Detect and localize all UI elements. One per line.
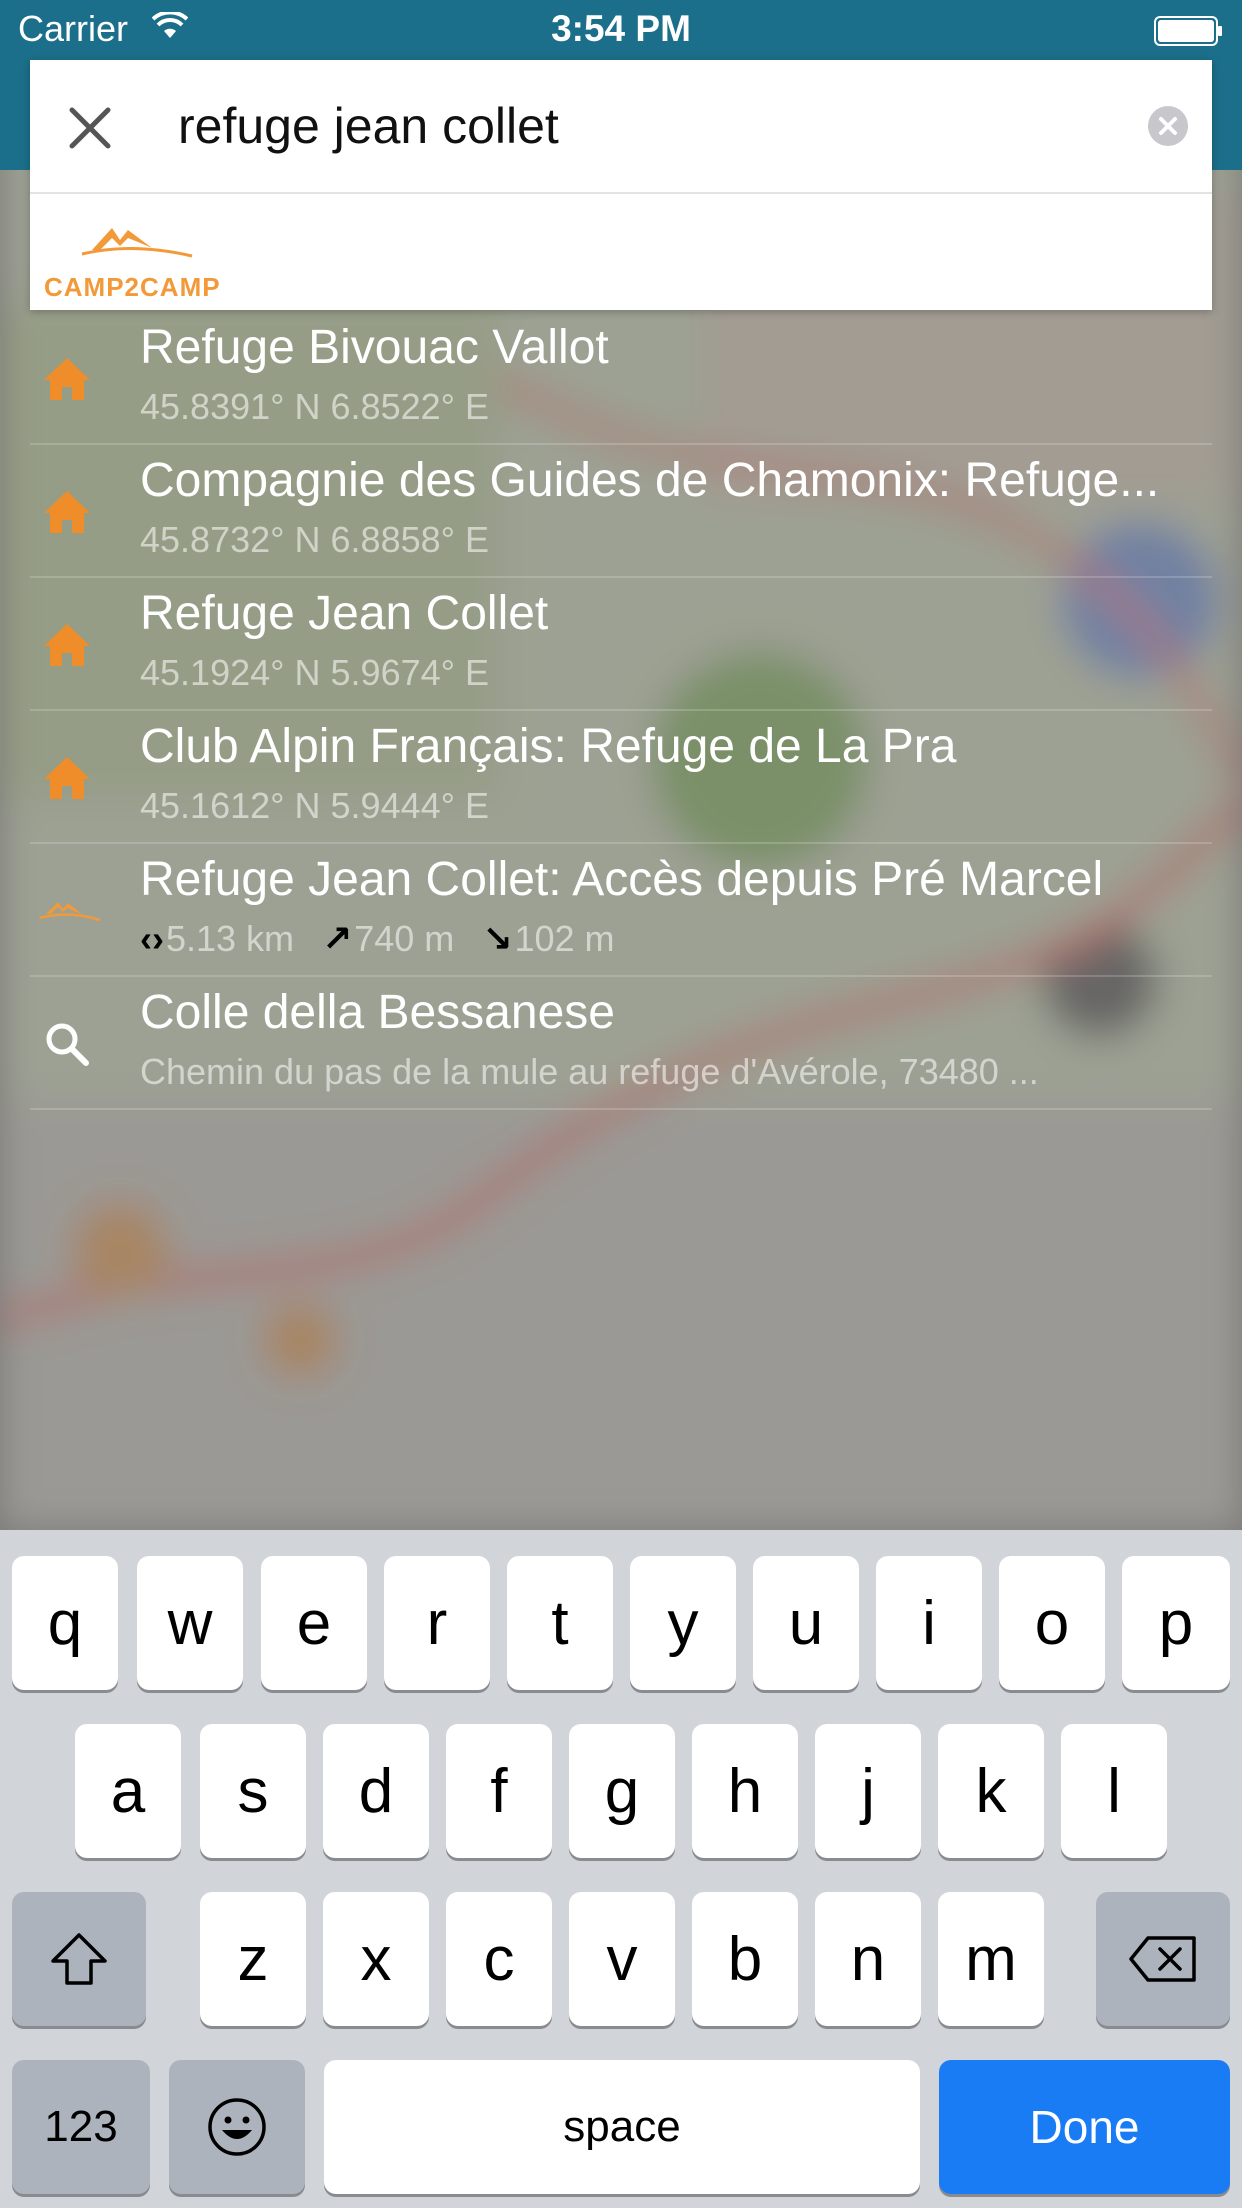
result-coordinates: 45.8732° N 6.8858° E [140,519,490,560]
result-row[interactable]: Refuge Jean Collet 45.1924° N 5.9674° E [30,578,1212,711]
key-s[interactable]: s [200,1724,306,1858]
key-x[interactable]: x [323,1892,429,2026]
camp2camp-icon [39,902,101,922]
key-v[interactable]: v [569,1892,675,2026]
key-h[interactable]: h [692,1724,798,1858]
space-key[interactable]: space [324,2060,920,2194]
key-a[interactable]: a [75,1724,181,1858]
key-r[interactable]: r [384,1556,490,1690]
provider-name: CAMP2CAMP [44,272,221,302]
result-address: Chemin du pas de la mule au refuge d'Avé… [140,1051,1039,1092]
key-p[interactable]: p [1122,1556,1230,1690]
route-stats: ‹›5.13 km ↗740 m ↘102 m [140,918,615,960]
key-c[interactable]: c [446,1892,552,2026]
route-ascent: 740 m [354,918,455,959]
key-q[interactable]: q [12,1556,118,1690]
house-icon [44,358,90,400]
emoji-icon [208,2098,266,2156]
search-card: CAMP2CAMP [30,60,1212,310]
result-title: Compagnie des Guides de Chamonix: Refuge… [140,454,1160,507]
key-g[interactable]: g [569,1724,675,1858]
descent-icon: ↘ [482,918,513,959]
house-icon [44,491,90,533]
done-key[interactable]: Done [939,2060,1230,2194]
search-divider [30,192,1212,194]
house-icon [44,624,90,666]
key-y[interactable]: y [630,1556,736,1690]
key-f[interactable]: f [446,1724,552,1858]
key-b[interactable]: b [692,1892,798,2026]
key-n[interactable]: n [815,1892,921,2026]
key-t[interactable]: t [507,1556,613,1690]
route-descent: 102 m [514,918,615,959]
result-title: Refuge Bivouac Vallot [140,321,609,374]
key-m[interactable]: m [938,1892,1044,2026]
clear-icon[interactable] [1147,105,1189,147]
key-w[interactable]: w [137,1556,243,1690]
result-coordinates: 45.8391° N 6.8522° E [140,386,490,427]
key-k[interactable]: k [938,1724,1044,1858]
shift-key[interactable] [12,1892,146,2026]
search-input[interactable] [178,90,1138,162]
result-row[interactable]: Compagnie des Guides de Chamonix: Refuge… [30,445,1212,578]
result-title: Club Alpin Français: Refuge de La Pra [140,720,957,773]
house-icon [44,757,90,799]
search-icon [46,1023,89,1066]
close-icon[interactable] [58,96,122,160]
key-e[interactable]: e [261,1556,367,1690]
distance-icon: ‹› [140,918,164,959]
key-i[interactable]: i [876,1556,982,1690]
result-row[interactable]: Refuge Bivouac Vallot 45.8391° N 6.8522°… [30,312,1212,445]
status-bar: Carrier 3:54 PM [0,0,1242,60]
battery-icon [1154,16,1222,46]
key-o[interactable]: o [999,1556,1105,1690]
result-coordinates: 45.1612° N 5.9444° E [140,785,490,826]
result-row[interactable]: Club Alpin Français: Refuge de La Pra 45… [30,711,1212,844]
shift-icon [51,1933,107,1985]
result-title: Refuge Jean Collet [140,587,549,640]
ascent-icon: ↗ [322,918,353,959]
key-u[interactable]: u [753,1556,859,1690]
backspace-icon [1129,1936,1196,1982]
emoji-key[interactable] [169,2060,305,2194]
status-time: 3:54 PM [551,8,691,49]
backspace-key[interactable] [1096,1892,1230,2026]
key-l[interactable]: l [1061,1724,1167,1858]
result-row[interactable]: Colle della Bessanese Chemin du pas de l… [30,977,1212,1110]
route-distance: 5.13 km [165,918,295,959]
result-title: Colle della Bessanese [140,986,615,1039]
key-d[interactable]: d [323,1724,429,1858]
result-coordinates: 45.1924° N 5.9674° E [140,652,490,693]
numbers-key[interactable]: 123 [12,2060,150,2194]
key-j[interactable]: j [815,1724,921,1858]
result-title: Refuge Jean Collet: Accès depuis Pré Mar… [140,853,1104,906]
result-row[interactable]: Refuge Jean Collet: Accès depuis Pré Mar… [30,844,1212,977]
key-z[interactable]: z [200,1892,306,2026]
results-list: Refuge Bivouac Vallot 45.8391° N 6.8522°… [30,312,1212,1110]
keyboard: q w e r t y u i o p a s d f g h j k l z … [0,1530,1242,2208]
